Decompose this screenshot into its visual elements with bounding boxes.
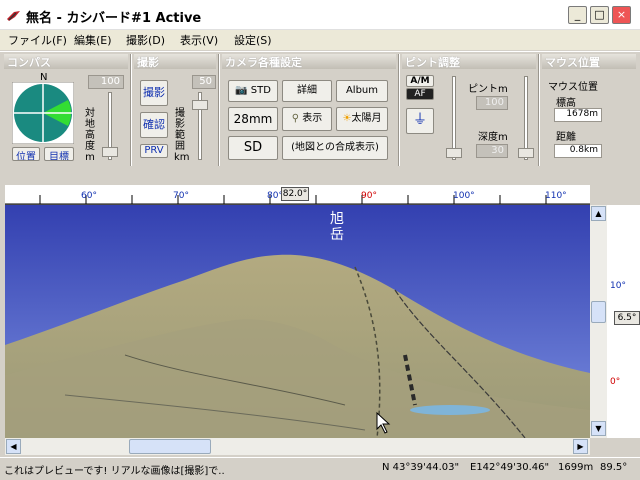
mouse-sub-label: マウス位置 — [548, 82, 598, 93]
menu-settings[interactable]: 設定(S) — [234, 32, 272, 48]
elevation-ruler[interactable]: 10° 0° 6.5° — [607, 205, 640, 438]
sun-moon-button[interactable]: ☀太陽月 — [336, 107, 388, 131]
ruler-tick-label: 60° — [81, 191, 97, 201]
vruler-tick-label: 10° — [610, 281, 626, 291]
am-button[interactable]: A/M — [406, 75, 434, 87]
af-button[interactable]: AF — [406, 88, 434, 100]
elevation-value: 1678m — [554, 108, 602, 122]
vertical-scrollbar[interactable]: ▲ ▼ — [590, 205, 607, 438]
altitude-label: 対地高度m — [85, 108, 95, 163]
divider — [130, 54, 132, 166]
compass-dial[interactable] — [11, 81, 75, 145]
elevation-label: 標高 — [556, 98, 576, 109]
terrain-view[interactable]: 旭岳 — [5, 205, 590, 438]
scroll-right-arrow-icon[interactable]: ▶ — [573, 439, 588, 454]
range-slider-thumb[interactable] — [192, 100, 208, 110]
display-button[interactable]: ⚲ 表示 — [282, 107, 332, 131]
close-button[interactable]: × — [612, 6, 631, 24]
menu-file[interactable]: ファイル(F) — [8, 32, 67, 48]
vertical-scroll-thumb[interactable] — [591, 301, 606, 323]
focus-value: 100 — [476, 96, 508, 110]
status-longitude: E142°49'30.46" — [470, 462, 550, 473]
status-latitude: N 43°39'44.03" — [382, 462, 460, 473]
target-button[interactable]: 目標 — [44, 147, 74, 161]
status-bar: これはプレビューです! リアルな画像は[撮影]で.. N 43°39'44.03… — [0, 457, 640, 480]
status-message: これはプレビューです! リアルな画像は[撮影]で.. — [4, 466, 225, 477]
horizontal-scrollbar[interactable]: ◀ ▶ — [5, 438, 590, 455]
focus-label: ピントm — [468, 84, 508, 95]
ruler-tick-label: 90° — [361, 191, 377, 201]
focus-target-icon[interactable]: ⏚ — [406, 108, 434, 134]
status-angle: 89.5° — [600, 462, 628, 473]
altitude-slider-thumb[interactable] — [102, 147, 118, 157]
detail-button[interactable]: 詳細 — [282, 80, 332, 102]
focus-slider-thumb[interactable] — [446, 148, 462, 158]
mouse-header: マウス位置 — [542, 54, 636, 69]
window-title: 無名 - カシバード#1 Active — [26, 11, 202, 26]
pin-icon: ⚲ — [291, 113, 300, 124]
menu-edit[interactable]: 編集(E) — [74, 32, 112, 48]
position-button[interactable]: 位置 — [12, 147, 40, 161]
menu-bar: ファイル(F) 編集(E) 撮影(D) 表示(V) 設定(S) — [0, 30, 640, 50]
peak-label: 旭岳 — [330, 211, 344, 243]
scroll-left-arrow-icon[interactable]: ◀ — [6, 439, 21, 454]
elevation-indicator[interactable]: 6.5° — [614, 311, 640, 325]
std-button[interactable]: 📷 STD — [228, 80, 278, 102]
ruler-tick-label: 100° — [453, 191, 475, 201]
divider — [218, 54, 220, 166]
ruler-tick-label: 70° — [173, 191, 189, 201]
lens-button[interactable]: 28mm — [228, 107, 278, 131]
app-icon — [6, 7, 22, 23]
range-label: 撮影範囲km — [174, 108, 190, 163]
scroll-down-arrow-icon[interactable]: ▼ — [591, 421, 606, 436]
minimize-button[interactable]: _ — [568, 6, 587, 24]
album-button[interactable]: Album — [336, 80, 388, 102]
horizontal-scroll-thumb[interactable] — [129, 439, 211, 454]
camera-header: カメラ各種設定 — [222, 54, 396, 69]
azimuth-indicator[interactable]: 82.0° — [281, 187, 309, 201]
title-bar: 無名 - カシバード#1 Active _ □ × — [0, 0, 640, 30]
vruler-tick-label: 0° — [610, 377, 621, 387]
depth-label: 深度m — [478, 132, 508, 143]
confirm-button[interactable]: 確認 — [140, 112, 168, 138]
distance-label: 距離 — [556, 132, 576, 143]
distance-value: 0.8km — [554, 144, 602, 158]
depth-value: 30 — [476, 144, 508, 158]
menu-view[interactable]: 表示(V) — [180, 32, 218, 48]
range-value: 50 — [192, 75, 216, 89]
sd-button[interactable]: SD — [228, 136, 278, 160]
ruler-tick-label: 110° — [545, 191, 567, 201]
focus-header: ピント調整 — [402, 54, 536, 69]
shoot-header: 撮影 — [134, 54, 216, 69]
compass-header: コンパス — [4, 54, 128, 69]
shoot-button[interactable]: 撮影 — [140, 80, 168, 106]
divider — [538, 54, 540, 166]
status-elevation: 1699m — [558, 462, 594, 473]
divider — [398, 54, 400, 166]
altitude-value: 100 — [88, 75, 124, 89]
scroll-up-arrow-icon[interactable]: ▲ — [591, 206, 606, 221]
azimuth-ruler[interactable]: 60° 70° 80° 90° 100° 110° 82.0° — [5, 185, 590, 205]
maximize-button[interactable]: □ — [590, 6, 609, 24]
depth-slider-thumb[interactable] — [518, 148, 534, 158]
map-composite-button[interactable]: (地図との合成表示) — [282, 136, 388, 160]
preview-button[interactable]: PRV — [140, 144, 168, 158]
toolbar: コンパス N 100 対地高度m 位置 目標 撮影 50 撮影 確認 PRV 撮… — [0, 51, 640, 168]
menu-shoot[interactable]: 撮影(D) — [126, 32, 165, 48]
